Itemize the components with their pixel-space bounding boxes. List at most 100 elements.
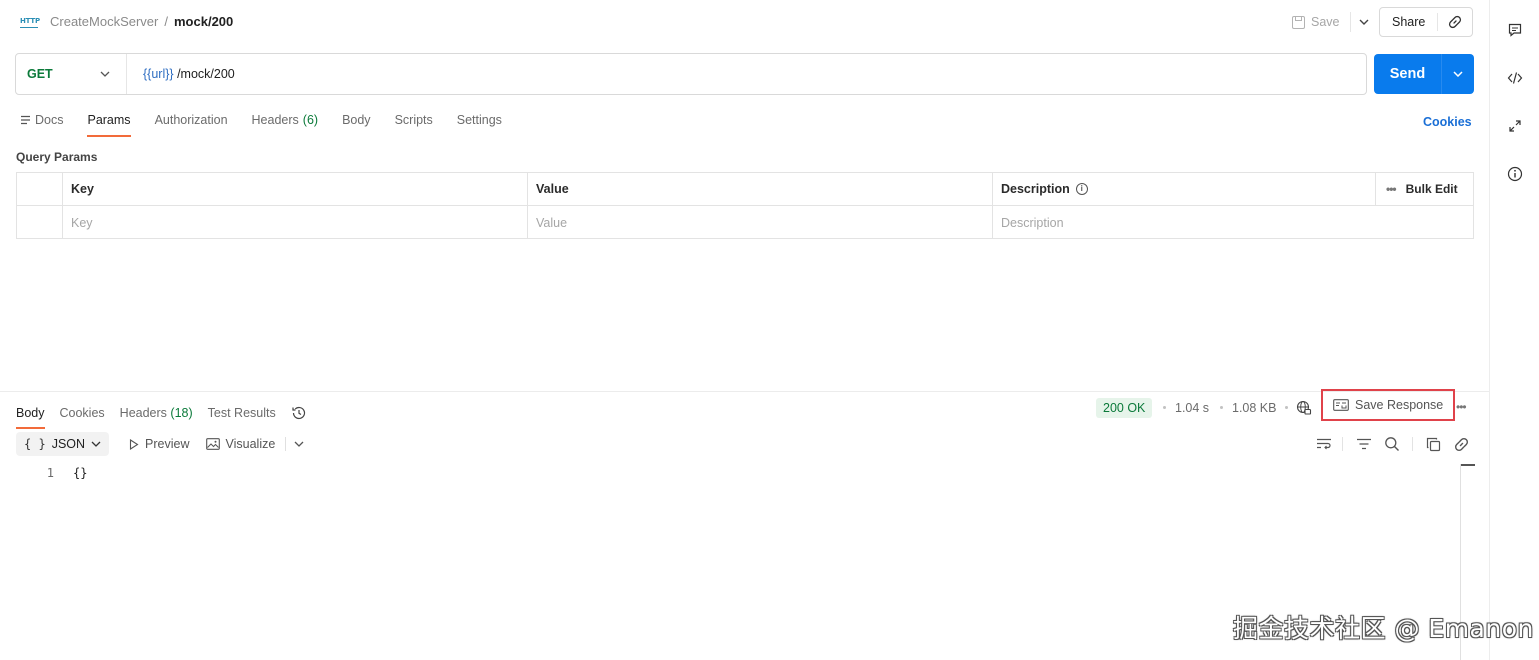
search-icon[interactable] <box>1383 435 1401 453</box>
send-options-chevron-down-icon[interactable] <box>1442 71 1474 77</box>
tab-docs[interactable]: Docs <box>20 112 63 128</box>
url-path: /mock/200 <box>173 67 235 81</box>
watermark: 掘金技术社区 @ Emanon <box>1233 614 1534 643</box>
line-content[interactable]: {} <box>73 466 87 480</box>
save-divider <box>1349 12 1351 32</box>
share-group: Share <box>1379 7 1473 37</box>
save-label: Save <box>1311 15 1340 29</box>
cookies-link[interactable]: Cookies <box>1423 115 1472 129</box>
pane-divider[interactable] <box>0 391 1489 392</box>
link-icon[interactable] <box>1452 435 1470 453</box>
preview-button[interactable]: Preview <box>121 432 197 456</box>
scrollbar-thumb[interactable] <box>1461 464 1475 466</box>
response-tab-cookies[interactable]: Cookies <box>60 405 105 421</box>
meta-separator <box>1220 406 1223 409</box>
request-name[interactable]: mock/200 <box>174 14 233 29</box>
url-input[interactable]: {{url}} /mock/200 <box>127 67 235 81</box>
comments-icon[interactable] <box>1506 21 1524 39</box>
bulk-edit-button[interactable]: ••• Bulk Edit <box>1376 173 1473 205</box>
tab-authorization-label: Authorization <box>154 113 228 127</box>
method-select[interactable]: GET <box>16 54 127 94</box>
description-input[interactable]: Description <box>993 206 1473 239</box>
visualize-label: Visualize <box>225 437 276 451</box>
status-badge[interactable]: 200 OK <box>1096 398 1153 418</box>
save-options-chevron-down-icon[interactable] <box>1357 17 1371 28</box>
table-row: Key Value Description <box>17 206 1473 239</box>
tab-docs-label: Docs <box>35 113 64 127</box>
response-tab-test-results[interactable]: Test Results <box>208 405 276 421</box>
tab-body[interactable]: Body <box>342 112 371 128</box>
url-bar: GET {{url}} /mock/200 <box>15 53 1367 95</box>
response-tab-body[interactable]: Body <box>16 405 45 429</box>
response-size[interactable]: 1.08 KB <box>1232 401 1276 415</box>
wrap-lines-icon[interactable] <box>1315 435 1333 453</box>
meta-separator <box>1285 406 1288 409</box>
tab-authorization[interactable]: Authorization <box>155 112 228 128</box>
related-collections-icon[interactable] <box>1506 117 1524 135</box>
tab-headers-label: Headers <box>251 113 299 127</box>
tool-separator <box>1342 437 1343 451</box>
history-icon[interactable] <box>291 405 307 421</box>
chevron-down-icon <box>100 71 110 77</box>
network-globe-icon[interactable] <box>1296 400 1312 416</box>
breadcrumb: CreateMockServer / mock/200 <box>50 14 233 29</box>
method-label: GET <box>27 67 53 81</box>
query-params-table: Key Value Description i ••• Bulk Edit Ke… <box>16 172 1474 239</box>
checkbox-column-header <box>17 173 63 205</box>
info-icon[interactable]: i <box>1075 183 1088 195</box>
response-headers-label: Headers <box>119 406 167 420</box>
tab-body-label: Body <box>342 113 371 127</box>
save-response-icon <box>1333 399 1349 411</box>
row-checkbox-cell <box>17 206 63 239</box>
response-time[interactable]: 1.04 s <box>1175 401 1209 415</box>
save-response-label: Save Response <box>1355 398 1444 412</box>
tab-headers[interactable]: Headers (6) <box>252 112 319 128</box>
chevron-down-icon <box>91 441 101 447</box>
line-number: 1 <box>46 466 54 480</box>
response-tab-headers[interactable]: Headers (18) <box>120 405 193 421</box>
format-label: JSON <box>51 437 86 451</box>
breadcrumb-collection[interactable]: CreateMockServer <box>50 14 158 29</box>
save-button[interactable]: Save <box>1286 7 1346 37</box>
http-request-icon: HTTP <box>20 13 40 29</box>
query-params-title: Query Params <box>16 150 98 164</box>
tab-params-label: Params <box>87 113 131 127</box>
more-options-icon[interactable]: ••• <box>1386 182 1397 196</box>
tab-scripts[interactable]: Scripts <box>395 112 433 128</box>
headers-count: (6) <box>302 113 319 127</box>
more-options-icon[interactable]: ••• <box>1456 400 1467 414</box>
visualize-chevron-down-icon[interactable] <box>288 432 310 456</box>
code-snippet-icon[interactable] <box>1506 69 1524 87</box>
visualize-button[interactable]: Visualize <box>198 432 284 456</box>
url-variable: {{url}} <box>143 67 174 81</box>
image-icon <box>205 438 220 450</box>
tab-scripts-label: Scripts <box>394 113 433 127</box>
table-header-row: Key Value Description i ••• Bulk Edit <box>17 173 1473 206</box>
request-tabs: Docs Params Authorization Headers (6) Bo… <box>20 112 526 138</box>
breadcrumb-separator: / <box>164 14 168 29</box>
send-divider <box>1441 54 1442 94</box>
top-bar: HTTP CreateMockServer / mock/200 Save Shar… <box>0 0 1489 44</box>
copy-link-icon[interactable] <box>1438 15 1472 29</box>
response-headers-count: (18) <box>170 406 193 420</box>
tab-params[interactable]: Params <box>87 112 131 137</box>
tab-settings[interactable]: Settings <box>457 112 502 128</box>
format-separator <box>285 437 287 451</box>
description-column-label: Description <box>1001 182 1070 196</box>
save-response-button[interactable]: Save Response <box>1321 389 1455 421</box>
copy-icon[interactable] <box>1424 435 1442 453</box>
key-input[interactable]: Key <box>63 206 528 239</box>
right-sidebar <box>1489 0 1539 660</box>
send-group: Send <box>1374 54 1474 94</box>
value-input[interactable]: Value <box>528 206 993 239</box>
format-select[interactable]: { } JSON <box>16 432 110 456</box>
send-button[interactable]: Send <box>1374 66 1441 82</box>
description-column-header: Description i <box>993 173 1376 205</box>
value-column-header: Value <box>528 173 993 205</box>
preview-label: Preview <box>145 437 190 451</box>
tool-separator <box>1412 437 1413 451</box>
json-braces-icon: { } <box>24 437 46 451</box>
info-icon[interactable] <box>1506 165 1524 183</box>
filter-icon[interactable] <box>1355 435 1373 453</box>
share-button[interactable]: Share <box>1380 15 1437 29</box>
